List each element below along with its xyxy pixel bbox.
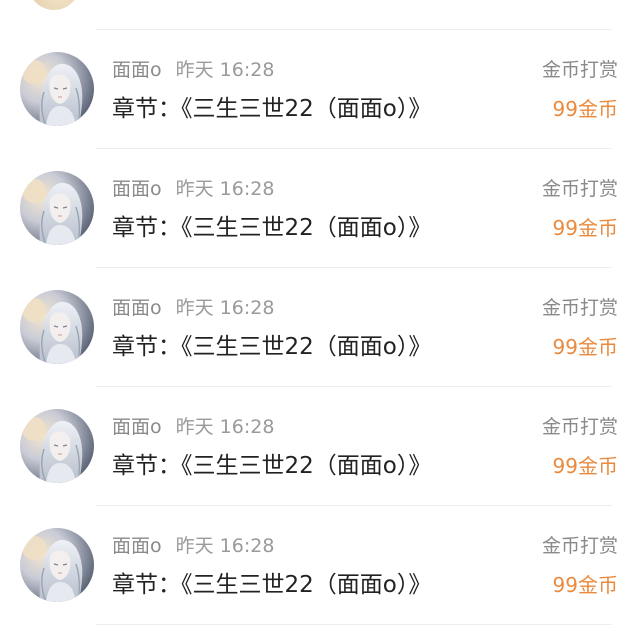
avatar[interactable]: [20, 409, 94, 483]
reward-amount: 99金币: [552, 97, 618, 121]
chapter-title: 章节：《三生三世22（面面o）》: [112, 572, 432, 598]
avatar[interactable]: [20, 171, 94, 245]
timestamp: 昨天 16:28: [175, 416, 275, 438]
reward-amount: 99金币: [552, 216, 618, 240]
list-item[interactable]: 面面o 昨天 16:28 章节：《三生三世22（面面o）》 金币打赏 99金币: [0, 149, 640, 268]
chapter-title: 章节：《三生三世22（面面o）》: [112, 96, 432, 122]
username: 面面o: [112, 535, 162, 557]
timestamp: 昨天 16:28: [175, 59, 275, 81]
reward-type: 金币打赏: [541, 178, 618, 200]
timestamp: 昨天 16:28: [175, 178, 275, 200]
list-item[interactable]: 面面o 昨天 16:28 章节：《三生三世22（面面o）》 金币打赏 99金币: [0, 506, 640, 625]
list-item[interactable]: 面面o 昨天 16:28 章节：《三生三世22（面面o）》 金币打赏 99金币: [0, 268, 640, 387]
chapter-title: 章节：《三生三世22（面面o）》: [112, 215, 432, 241]
list-item[interactable]: 面面o 昨天 16:28 章节：《三生三世22（面面o）》 金币打赏 99金币: [0, 387, 640, 506]
chapter-title: 章节：《三生三世22（面面o）》: [112, 453, 432, 479]
username: 面面o: [112, 59, 162, 81]
avatar[interactable]: [28, 0, 80, 10]
reward-records-page: 面面o 昨天 16:28 章节：《三生三世22（面面o）》 金币打赏 99金币 面…: [0, 0, 640, 635]
username: 面面o: [112, 178, 162, 200]
reward-type: 金币打赏: [541, 59, 618, 81]
reward-type: 金币打赏: [541, 535, 618, 557]
avatar[interactable]: [20, 528, 94, 602]
divider: [96, 624, 612, 625]
username: 面面o: [112, 416, 162, 438]
previous-record-partial: [0, 0, 640, 30]
list-item[interactable]: 面面o 昨天 16:28 章节：《三生三世22（面面o）》 金币打赏 99金币: [0, 30, 640, 149]
timestamp: 昨天 16:28: [175, 535, 275, 557]
reward-record-list: 面面o 昨天 16:28 章节：《三生三世22（面面o）》 金币打赏 99金币 面…: [0, 30, 640, 625]
timestamp: 昨天 16:28: [175, 297, 275, 319]
username: 面面o: [112, 297, 162, 319]
chapter-title: 章节：《三生三世22（面面o）》: [112, 334, 432, 360]
reward-amount: 99金币: [552, 573, 618, 597]
reward-amount: 99金币: [552, 335, 618, 359]
reward-type: 金币打赏: [541, 416, 618, 438]
reward-amount: 99金币: [552, 454, 618, 478]
avatar[interactable]: [20, 290, 94, 364]
reward-type: 金币打赏: [541, 297, 618, 319]
avatar[interactable]: [20, 52, 94, 126]
